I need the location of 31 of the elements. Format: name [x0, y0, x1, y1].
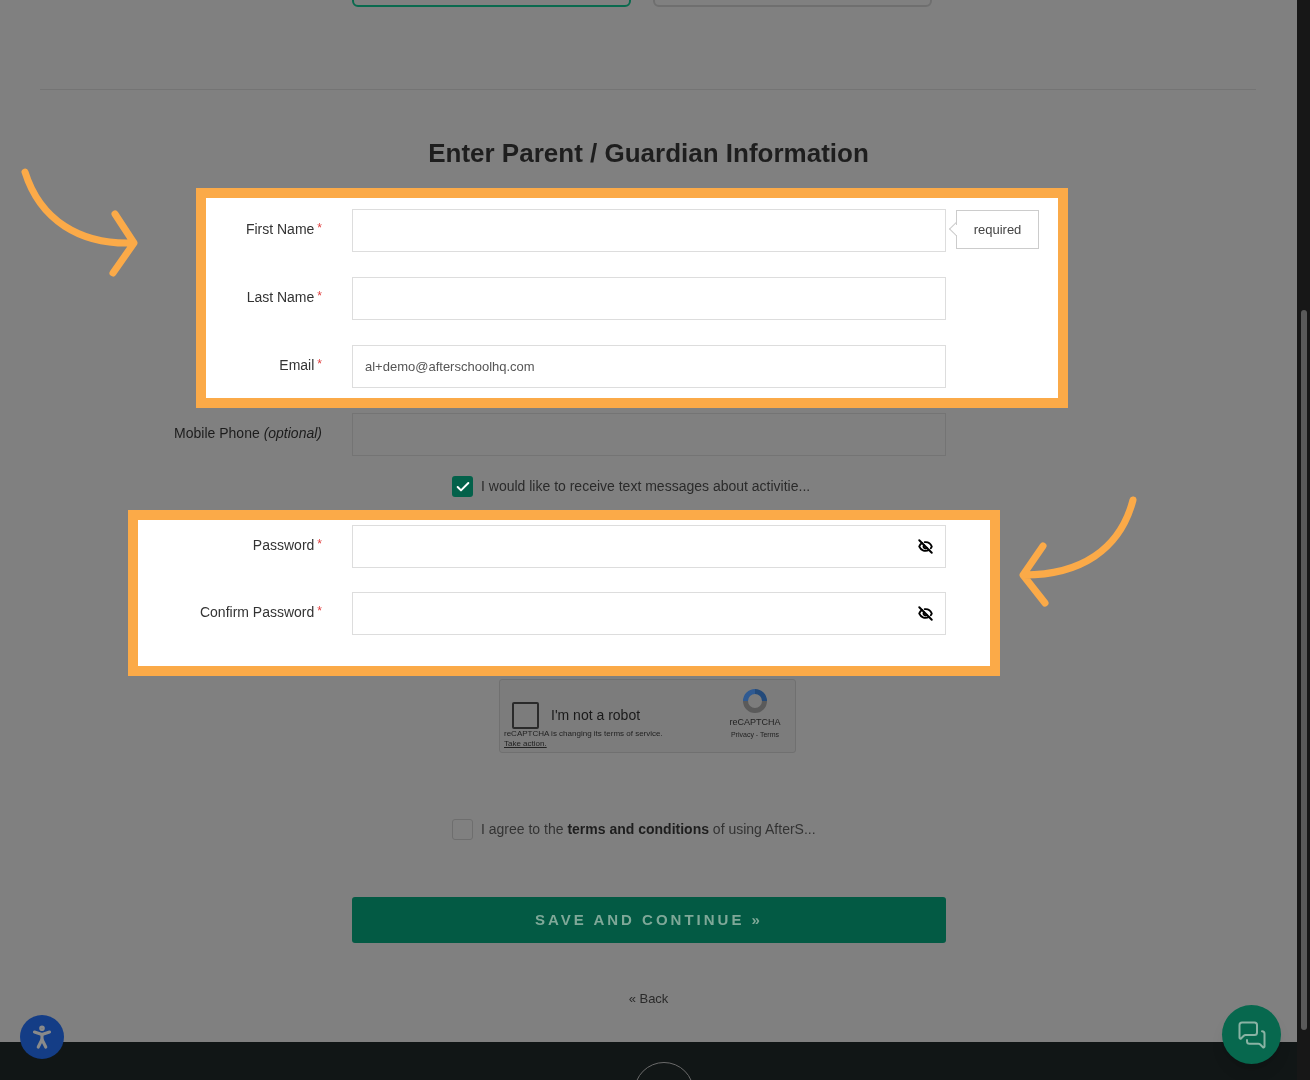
save-button[interactable]: SAVE AND CONTINUE »	[352, 897, 946, 943]
checkbox[interactable]	[452, 476, 473, 497]
field-label: Mobile Phone (optional)	[174, 424, 322, 443]
required-mark: *	[317, 220, 322, 237]
text-field[interactable]: al+demo@afterschoolhq.com	[352, 345, 946, 388]
recaptcha-notice: reCAPTCHA is changing its terms of service.	[504, 729, 664, 739]
required-mark: *	[317, 288, 322, 305]
recaptcha-link[interactable]: Take action.	[504, 739, 547, 749]
recaptcha-label: I'm not a robot	[551, 706, 641, 725]
required-mark: *	[317, 603, 322, 620]
field-label: First Name	[245, 220, 315, 239]
recaptcha-logo-icon	[740, 686, 770, 716]
required-mark: *	[317, 536, 322, 553]
checkbox-label: I would like to receive text messages about activitie...	[481, 477, 811, 496]
field-label: Password	[252, 536, 315, 555]
accessibility-button[interactable]	[20, 1015, 64, 1059]
field-label: Confirm Password	[199, 603, 315, 622]
password-field[interactable]	[352, 525, 946, 568]
hide-password-icon[interactable]	[918, 539, 933, 554]
recaptcha-checkbox[interactable]	[512, 702, 539, 729]
tooltip: required	[949, 209, 1040, 250]
required-mark: *	[317, 356, 322, 373]
field-label: Email	[279, 356, 315, 375]
field-value: al+demo@afterschoolhq.com	[365, 357, 536, 376]
back-link[interactable]: « Back	[628, 989, 669, 1009]
chat-icon	[1236, 1019, 1267, 1050]
field-label: Last Name	[246, 288, 315, 307]
hide-password-icon[interactable]	[918, 606, 933, 621]
recaptcha-brand: reCAPTCHA	[729, 716, 781, 729]
section-heading: Enter Parent / Guardian Information	[428, 137, 869, 170]
password-field[interactable]	[352, 592, 946, 635]
